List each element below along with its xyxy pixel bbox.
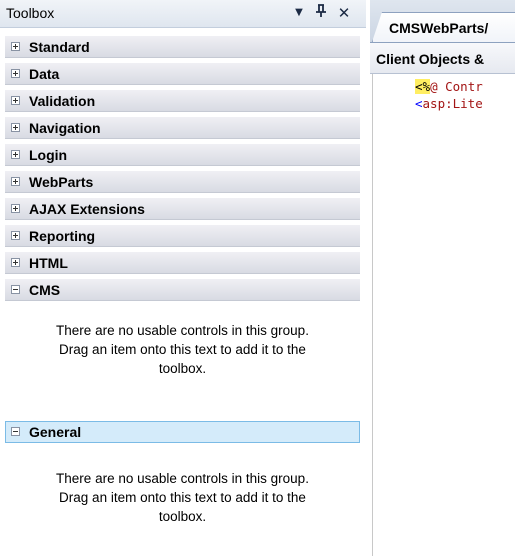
toolbox-group-login[interactable]: Login xyxy=(5,144,360,166)
toolbox-group-reporting[interactable]: Reporting xyxy=(5,225,360,247)
cms-empty-message[interactable]: There are no usable controls in this gro… xyxy=(5,321,360,378)
document-tab-label: CMSWebParts/ xyxy=(389,20,489,36)
empty-message-line: Drag an item onto this text to add it to… xyxy=(59,490,306,505)
toolbox-group-cms[interactable]: CMS xyxy=(5,279,360,301)
group-label: Reporting xyxy=(29,228,96,244)
empty-message-line: There are no usable controls in this gro… xyxy=(56,471,309,486)
toolbox-title: Toolbox xyxy=(6,5,55,21)
group-label: AJAX Extensions xyxy=(29,201,145,217)
expand-icon xyxy=(11,150,20,159)
editor-pane: CMSWebParts/ Client Objects & <%@ Contr … xyxy=(370,0,515,556)
group-label: CMS xyxy=(29,282,61,298)
group-label: HTML xyxy=(29,255,68,271)
group-label: General xyxy=(29,424,82,440)
toolbox-group-html[interactable]: HTML xyxy=(5,252,360,274)
window-position-dropdown-icon[interactable]: ▼ xyxy=(292,4,306,22)
toolbox-group-ajax-extensions[interactable]: AJAX Extensions xyxy=(5,198,360,220)
document-tab[interactable]: CMSWebParts/ xyxy=(372,12,515,42)
expand-icon xyxy=(11,177,20,186)
code-line: <%@ Contr xyxy=(415,79,483,95)
expand-icon xyxy=(11,231,20,240)
element-name: asp:Lite xyxy=(422,96,483,111)
class-navigation-dropdown[interactable]: Client Objects & xyxy=(370,42,515,74)
code-editor[interactable]: <%@ Contr <asp:Lite xyxy=(370,74,515,556)
document-tab-strip: CMSWebParts/ xyxy=(370,0,515,42)
class-navigation-label: Client Objects & xyxy=(376,51,485,67)
pin-icon xyxy=(316,4,326,17)
collapse-icon xyxy=(11,285,20,294)
empty-message-line: There are no usable controls in this gro… xyxy=(56,323,309,338)
auto-hide-pin-icon[interactable] xyxy=(314,4,328,22)
toolbox-title-bar[interactable]: Toolbox ▼ ✕ xyxy=(0,0,366,28)
toolbox-group-webparts[interactable]: WebParts xyxy=(5,171,360,193)
toolbox-group-data[interactable]: Data xyxy=(5,63,360,85)
group-label: Login xyxy=(29,147,68,163)
directive-text: @ Contr xyxy=(430,79,483,94)
toolbox-group-general[interactable]: General xyxy=(5,421,360,443)
empty-message-line: toolbox. xyxy=(158,509,207,524)
group-label: WebParts xyxy=(29,174,94,190)
group-label: Standard xyxy=(29,39,90,55)
directive-open-token: <% xyxy=(415,79,431,94)
toolbox-group-validation[interactable]: Validation xyxy=(5,90,360,112)
group-label: Validation xyxy=(29,93,96,109)
toolbox-group-standard[interactable]: Standard xyxy=(5,36,360,58)
expand-icon xyxy=(11,42,20,51)
collapse-icon xyxy=(11,427,20,436)
gutter-divider xyxy=(372,74,373,556)
empty-message-line: toolbox. xyxy=(158,361,207,376)
empty-message-line: Drag an item onto this text to add it to… xyxy=(59,342,306,357)
toolbox-body: Standard Data Validation Navigation Logi… xyxy=(0,28,366,556)
expand-icon xyxy=(11,258,20,267)
close-icon[interactable]: ✕ xyxy=(336,4,352,22)
expand-icon xyxy=(11,96,20,105)
toolbox-group-navigation[interactable]: Navigation xyxy=(5,117,360,139)
general-empty-message[interactable]: There are no usable controls in this gro… xyxy=(5,469,360,526)
toolbox-pane: Toolbox ▼ ✕ Standard Data Validation Nav… xyxy=(0,0,366,556)
code-line: <asp:Lite xyxy=(415,96,483,112)
expand-icon xyxy=(11,204,20,213)
group-label: Data xyxy=(29,66,60,82)
expand-icon xyxy=(11,123,20,132)
group-label: Navigation xyxy=(29,120,101,136)
tag-open-token: < xyxy=(415,96,423,111)
expand-icon xyxy=(11,69,20,78)
